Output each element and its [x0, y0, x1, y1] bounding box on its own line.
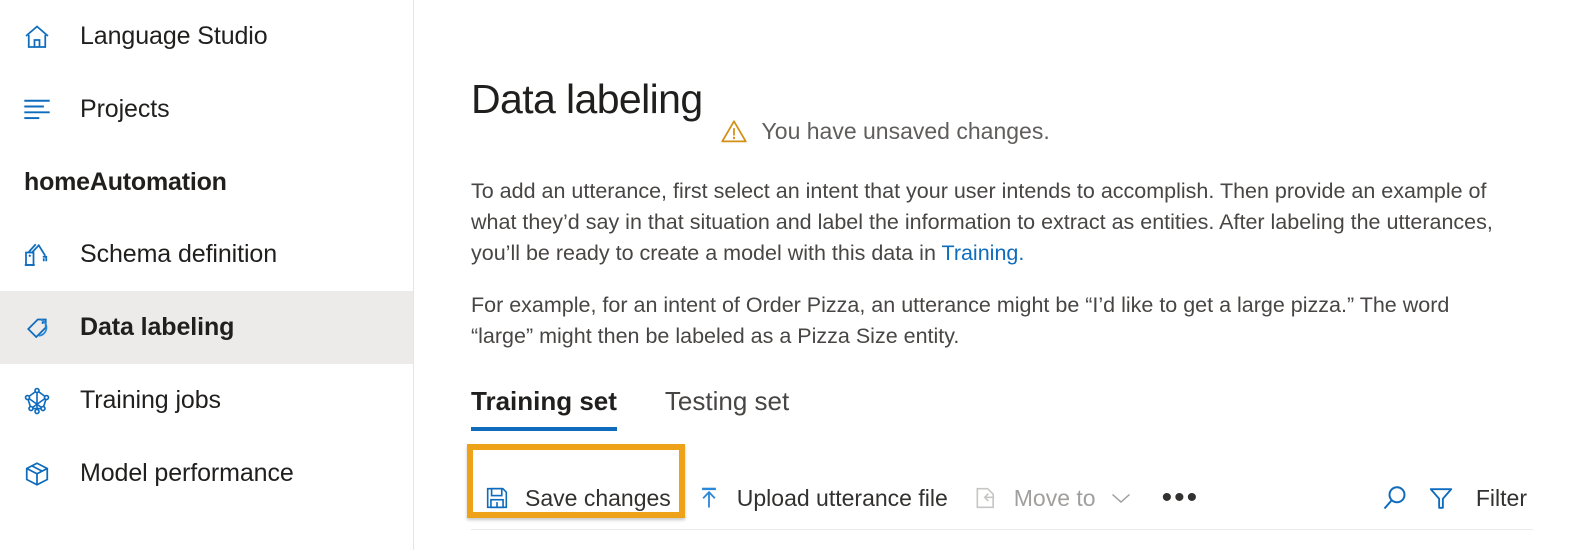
upload-utterance-file-label: Upload utterance file: [736, 484, 948, 511]
upload-arrow-icon: [695, 485, 723, 511]
page-header: Data labeling You have unsaved changes.: [471, 52, 1575, 148]
network-graph-icon: [22, 386, 62, 416]
save-floppy-icon: [483, 485, 511, 511]
sidebar-item-label: Projects: [80, 95, 170, 123]
sidebar-item-model-performance[interactable]: Model performance: [0, 437, 413, 510]
project-name: homeAutomation: [24, 167, 227, 196]
description-paragraph-2: For example, for an intent of Order Pizz…: [471, 293, 1450, 349]
sidebar-item-label: Data labeling: [80, 313, 235, 341]
sidebar-item-language-studio[interactable]: Language Studio: [0, 0, 413, 73]
move-to-button[interactable]: Move to: [960, 474, 1144, 522]
description-paragraph-1: To add an utterance, first select an int…: [471, 176, 1506, 269]
save-changes-button[interactable]: Save changes: [471, 474, 683, 522]
upload-utterance-file-button[interactable]: Upload utterance file: [683, 474, 960, 522]
sidebar-item-label: Schema definition: [80, 240, 278, 268]
sidebar-item-schema-definition[interactable]: Schema definition: [0, 218, 413, 291]
tag-icon: [22, 313, 62, 343]
sidebar-item-label: Training jobs: [80, 386, 221, 414]
sidebar: Language Studio Projects homeAutomation: [0, 0, 414, 550]
main-content: Data labeling You have unsaved changes. …: [414, 0, 1575, 550]
page-title: Data labeling: [471, 76, 703, 123]
toolbar: Save changes Upload utterance file Move …: [471, 467, 1533, 531]
sidebar-item-label: Model performance: [80, 459, 294, 487]
unsaved-changes-message: You have unsaved changes.: [761, 117, 1050, 144]
filter-label: Filter: [1475, 484, 1527, 511]
sidebar-item-projects[interactable]: Projects: [0, 73, 413, 146]
more-options-icon[interactable]: •••: [1144, 474, 1218, 522]
sidebar-item-data-labeling[interactable]: Data labeling: [0, 291, 413, 364]
move-to-label: Move to: [1013, 484, 1096, 511]
list-icon: [22, 97, 62, 123]
app-window: Language Studio Projects homeAutomation: [0, 0, 1575, 550]
filter-funnel-icon: [1418, 475, 1464, 521]
sidebar-item-training-jobs[interactable]: Training jobs: [0, 364, 413, 437]
chevron-down-icon: [1110, 491, 1132, 505]
filter-button[interactable]: Filter: [1418, 474, 1533, 522]
tab-training-set[interactable]: Training set: [471, 386, 617, 432]
tab-testing-set[interactable]: Testing set: [665, 386, 789, 431]
robot-arm-icon: [22, 240, 62, 270]
home-icon: [22, 22, 62, 52]
warning-triangle-icon: [719, 117, 749, 145]
training-link[interactable]: Training.: [941, 241, 1024, 265]
box-icon: [22, 459, 62, 489]
tab-bar: Training set Testing set: [471, 386, 1575, 432]
move-to-icon: [972, 485, 1000, 511]
search-icon[interactable]: [1372, 475, 1418, 521]
sidebar-item-label: Language Studio: [80, 22, 268, 50]
save-changes-label: Save changes: [525, 484, 671, 511]
